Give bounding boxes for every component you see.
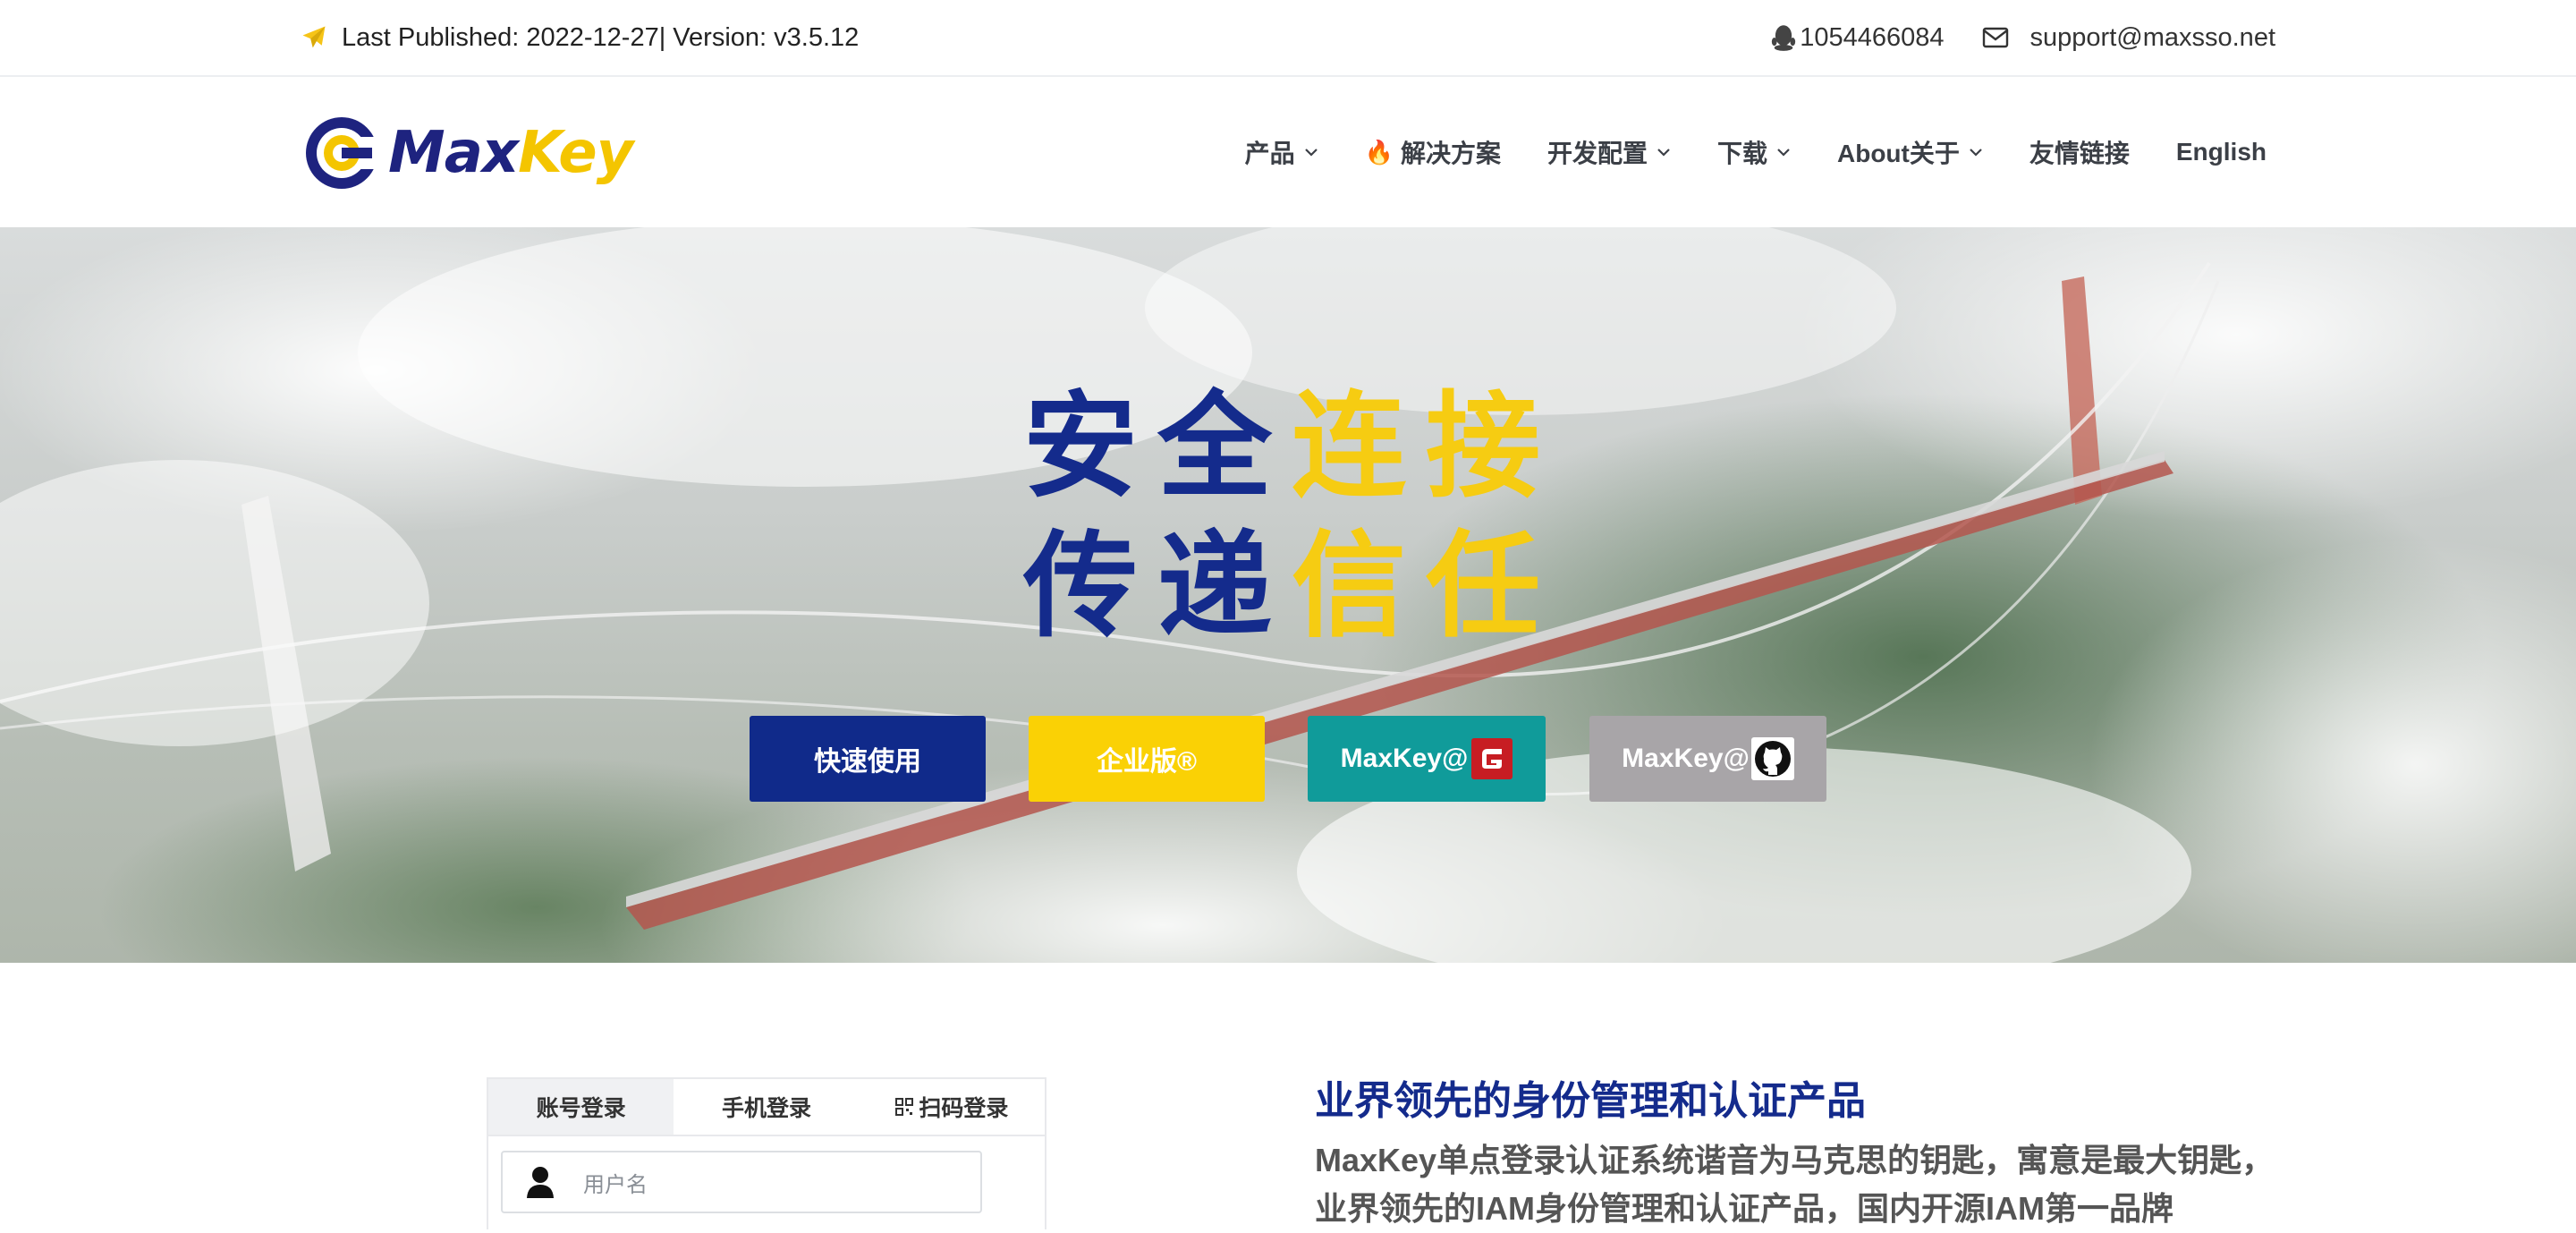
paper-plane-icon xyxy=(302,26,326,48)
publish-info: Last Published: 2022-12-27| Version: v3.… xyxy=(301,0,859,75)
enterprise-label: 企业版® xyxy=(1096,747,1198,777)
nav-menu: 产品 🔥 解决方案 开发配置 下载 About关于 友情链接 English xyxy=(1199,77,2267,227)
github-label: MaxKey@ xyxy=(1622,744,1750,773)
nav-item-products[interactable]: 产品 xyxy=(1245,134,1318,170)
logo-wordmark: MaxKey xyxy=(388,120,633,186)
qq-number[interactable]: 1054466084 xyxy=(1800,23,1944,53)
qq-penguin-icon xyxy=(1772,25,1796,51)
envelope-icon xyxy=(1982,27,2008,48)
chevron-down-icon xyxy=(1304,149,1318,157)
logo-wordmark-key: Key xyxy=(518,120,633,186)
slogan-line-2: 传递信任 xyxy=(1023,517,1560,657)
user-icon xyxy=(527,1167,554,1198)
qrcode-icon xyxy=(895,1098,914,1116)
logo-wordmark-max: Max xyxy=(388,120,519,186)
tab-scan-login[interactable]: 扫码登录 xyxy=(860,1079,1045,1135)
github-icon xyxy=(1750,737,1794,780)
maxkey-logo[interactable]: MaxKey xyxy=(302,113,633,193)
nav-item-solutions[interactable]: 🔥 解决方案 xyxy=(1365,134,1501,170)
chevron-down-icon xyxy=(1777,149,1790,157)
nav-item-english[interactable]: English xyxy=(2176,138,2267,166)
top-info-bar: Last Published: 2022-12-27| Version: v3.… xyxy=(0,0,2576,77)
enterprise-button[interactable]: 企业版® xyxy=(1029,716,1265,802)
tab-phone-login-label: 手机登录 xyxy=(721,1096,811,1121)
contact-info: 1054466084 support@maxsso.net xyxy=(1771,0,2275,75)
hero-banner: 安全连接 传递信任 快速使用 企业版® MaxKey@ MaxKey@ xyxy=(0,227,2576,963)
slogan-trust: 信任 xyxy=(1292,520,1561,653)
tab-account-login[interactable]: 账号登录 xyxy=(488,1079,674,1135)
hero-slogan: 安全连接 传递信任 xyxy=(1023,378,1560,657)
username-placeholder: 用户名 xyxy=(583,1172,648,1197)
gitee-label: MaxKey@ xyxy=(1340,744,1469,773)
chevron-down-icon xyxy=(1657,149,1670,157)
nav-item-download-label: 下载 xyxy=(1716,140,1767,167)
publish-info-text: Last Published: 2022-12-27| Version: v3.… xyxy=(342,22,860,52)
nav-item-products-label: 产品 xyxy=(1244,140,1295,167)
nav-item-about[interactable]: About关于 xyxy=(1837,134,1983,170)
fire-icon: 🔥 xyxy=(1364,138,1394,166)
login-tabs: 账号登录 手机登录 扫码登录 xyxy=(488,1079,1045,1136)
slogan-connect: 连接 xyxy=(1292,380,1561,514)
support-email[interactable]: support@maxsso.net xyxy=(2030,23,2275,53)
login-panel: 账号登录 手机登录 扫码登录 用户名 xyxy=(487,1077,1046,1229)
intro-line-1: MaxKey单点登录认证系统谐音为马克思的钥匙，寓意是最大钥匙， xyxy=(1315,1142,2275,1178)
nav-item-download[interactable]: 下载 xyxy=(1717,134,1791,170)
nav-item-solutions-label: 解决方案 xyxy=(1400,140,1501,167)
intro-line-2: 业界领先的IAM身份管理和认证产品，国内开源IAM第一品牌 xyxy=(1315,1190,2174,1227)
intro-title: 业界领先的身份管理和认证产品 xyxy=(1315,1079,1866,1123)
quick-start-button[interactable]: 快速使用 xyxy=(750,716,986,802)
chevron-down-icon xyxy=(1970,149,1982,157)
username-field[interactable]: 用户名 xyxy=(501,1151,982,1213)
nav-item-links[interactable]: 友情链接 xyxy=(2029,134,2130,170)
nav-item-about-label: About关于 xyxy=(1837,140,1960,167)
nav-item-english-label: English xyxy=(2175,138,2267,166)
maxkey-logo-mark xyxy=(306,117,381,189)
gitee-button[interactable]: MaxKey@ xyxy=(1308,716,1546,802)
intro-description: MaxKey单点登录认证系统谐音为马克思的钥匙，寓意是最大钥匙， 业界领先的IA… xyxy=(1315,1136,2317,1233)
nav-item-links-label: 友情链接 xyxy=(2029,140,2130,167)
quick-start-label: 快速使用 xyxy=(814,747,921,777)
tab-scan-login-label: 扫码登录 xyxy=(919,1096,1009,1121)
tab-phone-login[interactable]: 手机登录 xyxy=(674,1079,859,1135)
github-button[interactable]: MaxKey@ xyxy=(1589,716,1826,802)
slogan-secure: 安全 xyxy=(1023,380,1292,514)
tab-account-login-label: 账号登录 xyxy=(536,1096,626,1121)
slogan-deliver: 传递 xyxy=(1023,520,1292,653)
slogan-line-1: 安全连接 xyxy=(1023,378,1560,517)
nav-item-dev-config[interactable]: 开发配置 xyxy=(1547,134,1671,170)
nav-item-dev-config-label: 开发配置 xyxy=(1546,140,1648,167)
gitee-icon xyxy=(1471,738,1513,779)
main-navbar: MaxKey 产品 🔥 解决方案 开发配置 下载 About关于 友情链接 En… xyxy=(0,77,2576,227)
